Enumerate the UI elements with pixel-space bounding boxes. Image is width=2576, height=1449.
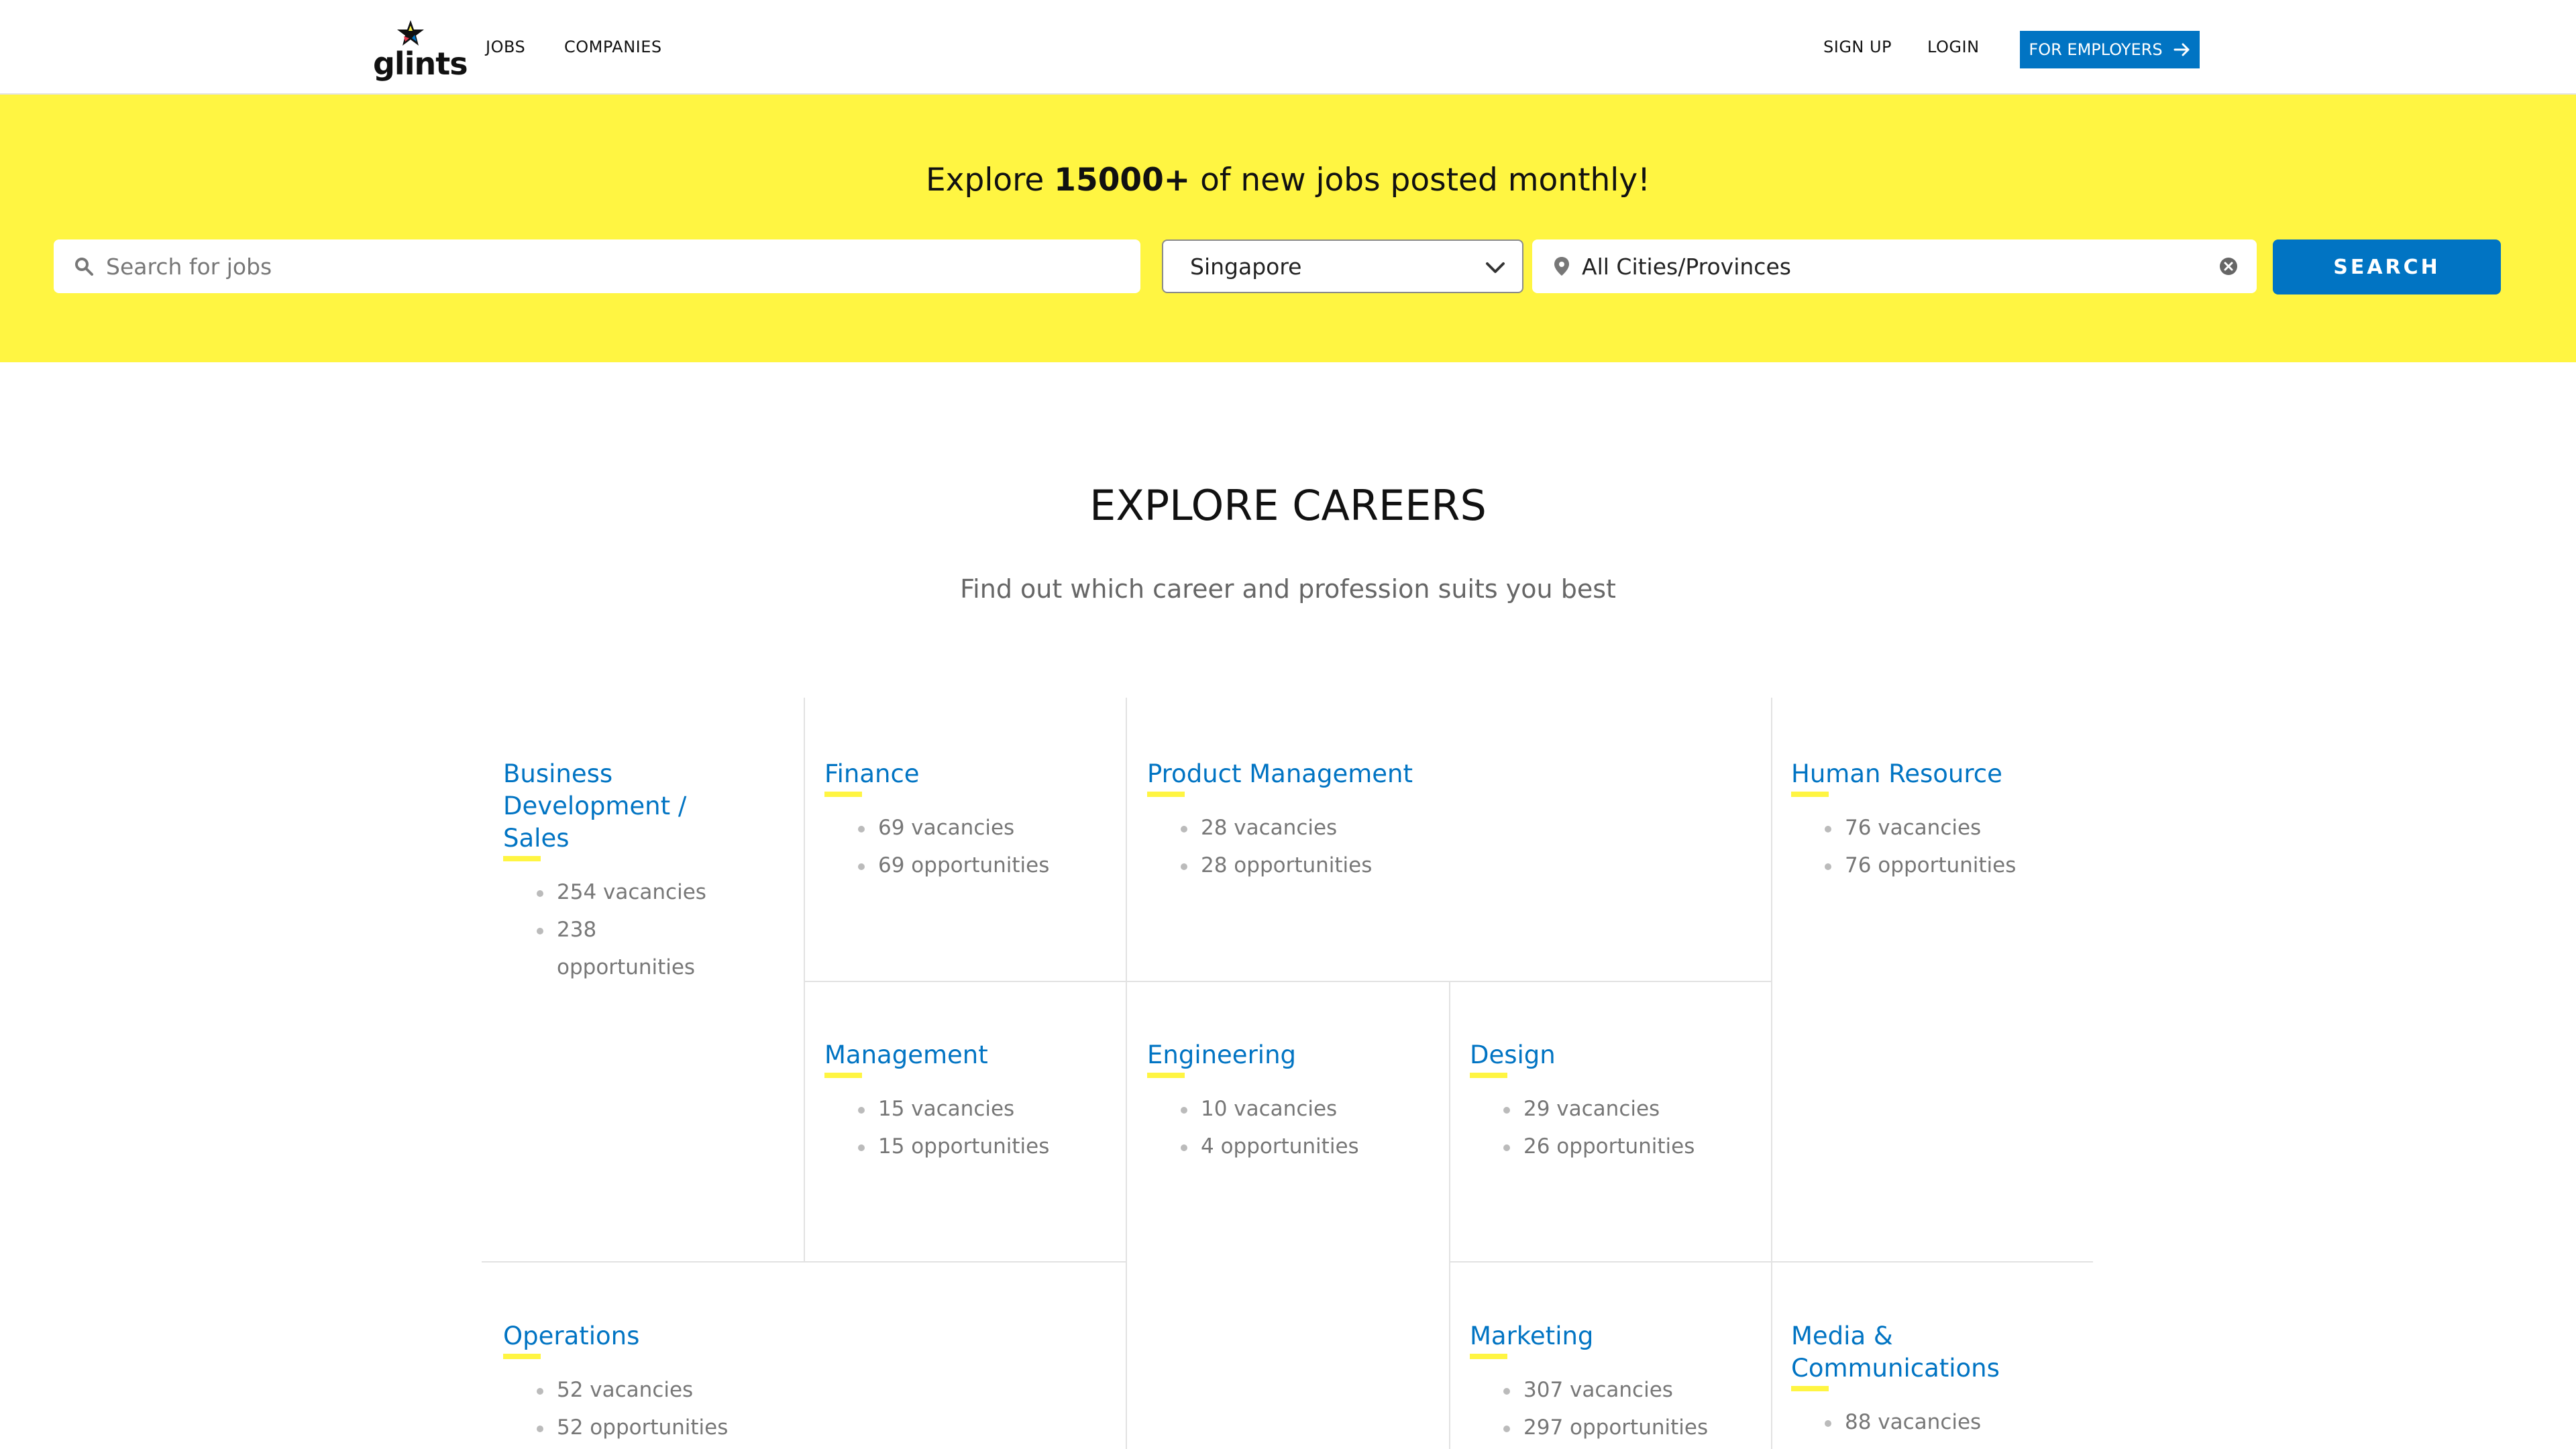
job-search-box[interactable] (54, 239, 1140, 293)
chevron-down-icon (1486, 262, 1505, 273)
career-card-human-resource[interactable]: Human Resource 76 vacancies 76 opportuni… (1791, 758, 2086, 884)
hero-title-post: of new jobs posted monthly! (1190, 162, 1650, 199)
career-stats: 307 vacancies 297 opportunities (1503, 1371, 1752, 1446)
career-stats: 10 vacancies 4 opportunities (1181, 1090, 1429, 1165)
hero-search-banner: Explore 15000+ of new jobs posted monthl… (0, 95, 2576, 362)
career-opportunities: 52 opportunities (537, 1409, 1093, 1446)
explore-careers-title: EXPLORE CAREERS (1089, 481, 1487, 530)
career-title[interactable]: Business Development / Sales (503, 758, 724, 861)
career-vacancies: 52 vacancies (537, 1371, 1093, 1409)
grid-divider (1126, 698, 1127, 1449)
nav-jobs-link[interactable]: JOBS (486, 39, 525, 55)
career-stats: 69 vacancies 69 opportunities (858, 809, 1106, 884)
career-card-management[interactable]: Management 15 vacancies 15 opportunities (824, 1039, 1106, 1165)
career-opportunities: 26 opportunities (1503, 1128, 1752, 1165)
career-title[interactable]: Finance (824, 758, 920, 797)
career-vacancies: 29 vacancies (1503, 1090, 1752, 1128)
career-card-engineering[interactable]: Engineering 10 vacancies 4 opportunities (1147, 1039, 1429, 1165)
career-opportunities: 28 opportunities (1181, 847, 1737, 884)
clear-icon[interactable] (2219, 257, 2238, 276)
career-title[interactable]: Human Resource (1791, 758, 2002, 797)
career-stats: 52 vacancies 52 opportunities (537, 1371, 1093, 1446)
career-opportunities: 76 opportunities (1825, 847, 2086, 884)
search-button[interactable]: SEARCH (2273, 239, 2501, 294)
career-vacancies: 69 vacancies (858, 809, 1106, 847)
glints-logo[interactable]: glints (373, 19, 468, 79)
hero-title: Explore 15000+ of new jobs posted monthl… (0, 162, 2576, 199)
career-vacancies: 10 vacancies (1181, 1090, 1429, 1128)
career-vacancies: 307 vacancies (1503, 1371, 1752, 1409)
career-stats: 28 vacancies 28 opportunities (1181, 809, 1737, 884)
career-card-business-development[interactable]: Business Development / Sales 254 vacanci… (503, 758, 724, 986)
career-vacancies: 28 vacancies (1181, 809, 1737, 847)
career-vacancies: 254 vacancies (537, 873, 724, 911)
location-pin-icon (1554, 257, 1569, 276)
career-card-product-management[interactable]: Product Management 28 vacancies 28 oppor… (1147, 758, 1737, 884)
city-select[interactable]: All Cities/Provinces (1532, 239, 2257, 293)
career-stats: 254 vacancies 238 opportunities (537, 873, 724, 986)
search-icon (75, 258, 93, 276)
country-select[interactable]: Singapore (1162, 239, 1523, 293)
career-card-media-communications[interactable]: Media & Communications 88 vacancies (1791, 1320, 2033, 1441)
top-navbar: glints JOBS COMPANIES SIGN UP LOGIN FOR … (0, 0, 2576, 95)
grid-divider (1449, 981, 1450, 1449)
career-stats: 76 vacancies 76 opportunities (1825, 809, 2086, 884)
grid-divider (1449, 1261, 2093, 1263)
explore-careers-heading: EXPLORE CAREERS (0, 481, 2576, 530)
for-employers-label: FOR EMPLOYERS (2029, 40, 2163, 59)
hero-title-count: 15000+ (1054, 162, 1191, 199)
career-opportunities: 15 opportunities (858, 1128, 1106, 1165)
career-card-design[interactable]: Design 29 vacancies 26 opportunities (1470, 1039, 1752, 1165)
career-stats: 15 vacancies 15 opportunities (858, 1090, 1106, 1165)
career-stats: 88 vacancies (1825, 1403, 2033, 1441)
career-vacancies: 88 vacancies (1825, 1403, 2033, 1441)
career-card-operations[interactable]: Operations 52 vacancies 52 opportunities (503, 1320, 1093, 1446)
grid-divider (1771, 698, 1772, 1449)
city-select-value: All Cities/Provinces (1582, 253, 1791, 280)
career-title[interactable]: Marketing (1470, 1320, 1593, 1359)
arrow-right-icon (2174, 43, 2190, 56)
star-logo-icon (397, 20, 424, 46)
hero-title-pre: Explore (925, 162, 1055, 199)
nav-companies-link[interactable]: COMPANIES (564, 39, 662, 55)
career-vacancies: 15 vacancies (858, 1090, 1106, 1128)
career-opportunities: 69 opportunities (858, 847, 1106, 884)
career-title[interactable]: Design (1470, 1039, 1556, 1078)
for-employers-button[interactable]: FOR EMPLOYERS (2020, 31, 2200, 68)
career-opportunities: 238 opportunities (537, 911, 724, 986)
logo-text: glints (373, 46, 468, 82)
career-title[interactable]: Product Management (1147, 758, 1413, 797)
explore-careers-subtitle: Find out which career and profession sui… (960, 574, 1616, 604)
login-link[interactable]: LOGIN (1927, 39, 1980, 55)
career-opportunities: 297 opportunities (1503, 1409, 1752, 1446)
career-vacancies: 76 vacancies (1825, 809, 2086, 847)
career-title[interactable]: Management (824, 1039, 988, 1078)
career-card-finance[interactable]: Finance 69 vacancies 69 opportunities (824, 758, 1106, 884)
career-card-marketing[interactable]: Marketing 307 vacancies 297 opportunitie… (1470, 1320, 1752, 1446)
career-title[interactable]: Operations (503, 1320, 639, 1359)
grid-divider (482, 1261, 1127, 1263)
career-title[interactable]: Engineering (1147, 1039, 1296, 1078)
grid-divider (804, 698, 805, 1263)
job-search-input[interactable] (106, 253, 1112, 280)
sign-up-link[interactable]: SIGN UP (1823, 39, 1892, 55)
career-opportunities: 4 opportunities (1181, 1128, 1429, 1165)
grid-divider (804, 981, 1772, 982)
career-stats: 29 vacancies 26 opportunities (1503, 1090, 1752, 1165)
career-title[interactable]: Media & Communications (1791, 1320, 2033, 1391)
country-select-value: Singapore (1190, 253, 1302, 280)
